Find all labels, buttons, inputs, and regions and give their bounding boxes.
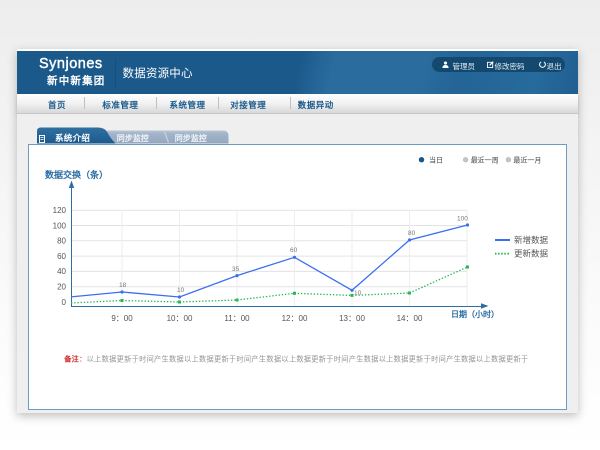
svg-text:60: 60	[290, 247, 298, 254]
svg-text:80: 80	[408, 230, 416, 237]
svg-text:备注：以上数据更新于时间产生数据以上数据更新于时间产生数据以: 备注：以上数据更新于时间产生数据以上数据更新于时间产生数据以上数据更新于时间产生…	[63, 355, 528, 364]
svg-text:更新数据: 更新数据	[514, 249, 549, 259]
svg-text:120: 120	[53, 206, 67, 215]
svg-text:10：00: 10：00	[167, 314, 193, 323]
svg-text:0: 0	[62, 298, 67, 307]
svg-text:10: 10	[177, 287, 185, 294]
svg-text:日期（小时）: 日期（小时）	[451, 309, 499, 319]
svg-text:最近一月: 最近一月	[513, 155, 541, 164]
svg-text:13：00: 13：00	[339, 314, 365, 323]
svg-text:11：00: 11：00	[224, 314, 250, 323]
svg-text:9：00: 9：00	[111, 314, 133, 323]
svg-text:12：00: 12：00	[282, 314, 308, 323]
svg-text:新增数据: 新增数据	[514, 235, 549, 245]
svg-text:20: 20	[57, 283, 66, 292]
svg-text:60: 60	[57, 252, 66, 261]
svg-text:14：00: 14：00	[397, 314, 423, 323]
svg-text:35: 35	[232, 266, 240, 273]
svg-text:18: 18	[119, 282, 127, 289]
svg-text:100: 100	[457, 216, 468, 223]
svg-text:100: 100	[53, 221, 67, 230]
svg-text:80: 80	[57, 237, 66, 246]
svg-text:40: 40	[57, 267, 66, 276]
svg-text:当日: 当日	[429, 155, 443, 164]
svg-text:数据交换（条）: 数据交换（条）	[45, 169, 108, 180]
svg-text:10: 10	[354, 290, 362, 297]
svg-text:最近一周: 最近一周	[471, 155, 499, 164]
